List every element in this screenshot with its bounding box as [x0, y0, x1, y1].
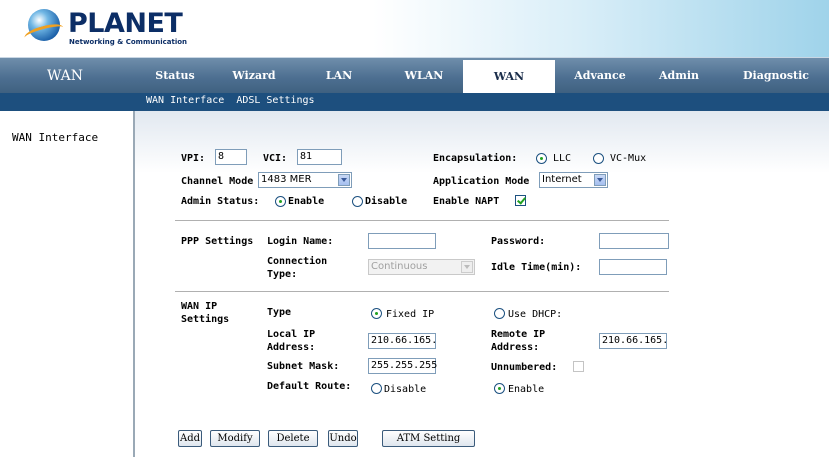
admin-disable-radio[interactable] — [352, 196, 363, 207]
subnet-mask-label: Subnet Mask: — [267, 361, 340, 372]
login-name-label: Login Name: — [267, 236, 334, 247]
encap-vcmux-radio[interactable] — [593, 153, 604, 164]
brand-name: PLANET — [68, 8, 183, 39]
subnet-mask-input[interactable]: 255.255.255 — [368, 358, 437, 374]
remote-ip-input[interactable]: 210.66.165. — [599, 333, 668, 349]
add-button[interactable]: Add — [178, 430, 202, 447]
remote-ip-label-line1: Remote IP — [491, 329, 546, 340]
nav-section-title: WAN — [46, 68, 84, 84]
connection-type-value: Continuous — [371, 261, 428, 272]
tab-lan[interactable]: LAN — [300, 58, 378, 94]
modify-button[interactable]: Modify — [210, 430, 260, 447]
route-enable-radio[interactable] — [494, 383, 505, 394]
vpi-label: VPI: — [181, 153, 206, 164]
ip-type-label: Type — [267, 307, 292, 318]
encap-llc-label: LLC — [553, 153, 572, 164]
chevron-down-icon — [594, 174, 606, 186]
idle-time-input[interactable] — [599, 259, 667, 275]
wan-ip-settings-label-line2: Settings — [181, 314, 230, 325]
subnav-link-wan-interface[interactable]: WAN Interface — [146, 95, 224, 106]
delete-button[interactable]: Delete — [268, 430, 318, 447]
admin-enable-radio[interactable] — [275, 196, 286, 207]
local-ip-label-line2: Address: — [267, 342, 316, 353]
divider — [175, 291, 669, 293]
local-ip-label-line1: Local IP — [267, 329, 316, 340]
connection-type-label-line1: Connection — [267, 256, 328, 267]
admin-disable-label: Disable — [365, 196, 408, 207]
tab-admin[interactable]: Admin — [646, 58, 712, 94]
brand-tagline: Networking & Communication — [69, 38, 188, 46]
sub-nav: WAN Interface ADSL Settings — [0, 93, 829, 111]
idle-time-label: Idle Time(min): — [491, 262, 582, 273]
sidebar: WAN Interface — [0, 111, 135, 457]
page-header: PLANET Networking & Communication — [0, 0, 829, 57]
fixed-ip-radio[interactable] — [371, 308, 382, 319]
sidebar-item-wan-interface[interactable]: WAN Interface — [12, 131, 98, 144]
tab-advance[interactable]: Advance — [562, 58, 638, 94]
route-disable-radio[interactable] — [371, 383, 382, 394]
main-panel: VPI: 8 VCI: 81 Encapsulation: LLC VC-Mux… — [135, 111, 829, 457]
divider — [175, 220, 669, 222]
vpi-input[interactable]: 8 — [215, 149, 247, 165]
vci-input[interactable]: 81 — [297, 149, 342, 165]
default-route-label: Default Route: — [267, 381, 352, 392]
tab-wizard[interactable]: Wizard — [218, 58, 290, 94]
route-disable-label: Disable — [384, 384, 427, 395]
tab-wan[interactable]: WAN — [463, 60, 555, 94]
encap-vcmux-label: VC-Mux — [610, 153, 647, 164]
local-ip-input[interactable]: 210.66.165. — [368, 333, 437, 349]
admin-status-label: Admin Status: — [181, 196, 260, 207]
encapsulation-label: Encapsulation: — [433, 153, 518, 164]
channel-mode-value: 1483 MER — [261, 174, 312, 185]
login-name-input[interactable] — [368, 233, 436, 249]
chevron-down-icon — [338, 174, 350, 186]
tab-diagnostic[interactable]: Diagnostic — [730, 58, 822, 94]
subnav-link-adsl-settings[interactable]: ADSL Settings — [236, 95, 314, 106]
connection-type-label-line2: Type: — [267, 269, 298, 280]
tab-wlan[interactable]: WLAN — [384, 58, 464, 94]
unnumbered-label: Unnumbered: — [491, 362, 558, 373]
main-nav: WAN Status Wizard LAN WLAN WAN Advance A… — [0, 57, 829, 94]
undo-button[interactable]: Undo — [328, 430, 358, 447]
route-enable-label: Enable — [508, 384, 545, 395]
use-dhcp-radio[interactable] — [494, 308, 505, 319]
application-mode-label: Application Mode — [433, 176, 530, 187]
tab-status[interactable]: Status — [140, 58, 210, 94]
chevron-down-icon — [461, 261, 473, 273]
encap-llc-radio[interactable] — [536, 153, 547, 164]
use-dhcp-label: Use DHCP: — [508, 309, 563, 320]
enable-napt-label: Enable NAPT — [433, 196, 500, 207]
unnumbered-checkbox[interactable] — [573, 361, 584, 372]
vci-label: VCI: — [263, 153, 288, 164]
password-input[interactable] — [599, 233, 669, 249]
fixed-ip-label: Fixed IP — [386, 309, 435, 320]
password-label: Password: — [491, 236, 546, 247]
wan-ip-settings-label-line1: WAN IP — [181, 301, 218, 312]
connection-type-select[interactable]: Continuous — [368, 259, 475, 275]
ppp-settings-label: PPP Settings — [181, 236, 254, 247]
channel-mode-label: Channel Mode — [181, 176, 254, 187]
application-mode-value: Internet — [542, 174, 582, 185]
remote-ip-label-line2: Address: — [491, 342, 540, 353]
channel-mode-select[interactable]: 1483 MER — [258, 172, 352, 188]
admin-enable-label: Enable — [288, 196, 325, 207]
atm-setting-button[interactable]: ATM Setting — [382, 430, 475, 447]
enable-napt-checkbox[interactable] — [515, 195, 526, 206]
application-mode-select[interactable]: Internet — [539, 172, 608, 188]
